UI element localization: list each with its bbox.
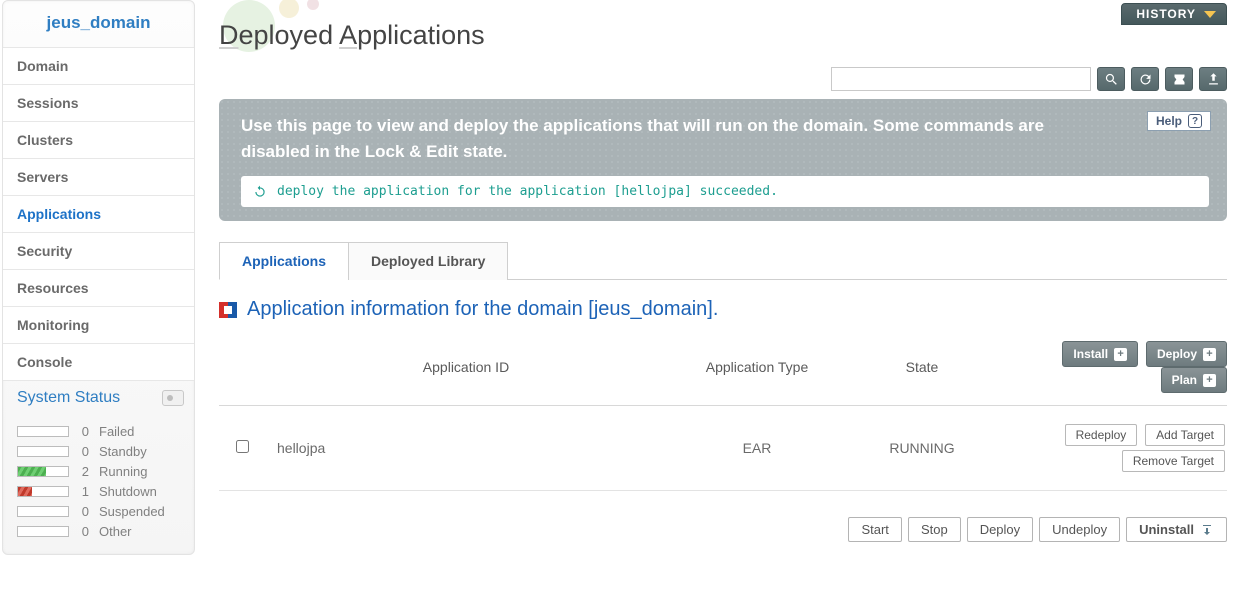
refresh-button[interactable] <box>1131 67 1159 91</box>
info-banner: Help? Use this page to view and deploy t… <box>219 99 1227 221</box>
deploy-footer-button[interactable]: Deploy <box>967 517 1033 542</box>
help-button[interactable]: Help? <box>1147 111 1211 131</box>
col-application-type: Application Type <box>667 333 847 406</box>
deploy-button[interactable]: Deploy+ <box>1146 341 1227 367</box>
domain-name[interactable]: jeus_domain <box>3 1 194 47</box>
status-running: 2Running <box>17 464 180 479</box>
stop-button[interactable]: Stop <box>908 517 961 542</box>
undeploy-button[interactable]: Undeploy <box>1039 517 1120 542</box>
plus-icon: + <box>1203 374 1216 387</box>
banner-text: Use this page to view and deploy the app… <box>241 113 1111 164</box>
cell-app-id: hellojpa <box>265 406 667 491</box>
col-state: State <box>847 333 997 406</box>
help-question-icon: ? <box>1188 114 1202 128</box>
system-status-title: System Status <box>17 389 120 407</box>
sidebar: jeus_domain Domain Sessions Clusters Ser… <box>0 0 197 594</box>
status-suspended: 0Suspended <box>17 504 180 519</box>
tab-strip: Applications Deployed Library <box>219 241 1227 280</box>
top-toolbar <box>219 67 1227 91</box>
add-target-button[interactable]: Add Target <box>1145 424 1225 446</box>
main-content: HISTORY Deployed Applications Help? Use … <box>197 0 1233 594</box>
status-toggle-icon[interactable] <box>162 390 184 406</box>
sidebar-item-resources[interactable]: Resources <box>3 269 194 306</box>
plan-button[interactable]: Plan+ <box>1161 367 1227 393</box>
plus-icon: + <box>1114 348 1127 361</box>
remove-target-button[interactable]: Remove Target <box>1122 450 1225 472</box>
export-button[interactable] <box>1199 67 1227 91</box>
success-icon <box>253 185 267 199</box>
status-list: 0Failed 0Standby 2Running 1Shutdown 0Sus… <box>3 413 194 548</box>
table-row: hellojpa EAR RUNNING Redeploy Add Target… <box>219 406 1227 491</box>
sidebar-item-console[interactable]: Console <box>3 343 194 380</box>
sidebar-item-clusters[interactable]: Clusters <box>3 121 194 158</box>
sidebar-item-domain[interactable]: Domain <box>3 47 194 84</box>
sidebar-item-applications[interactable]: Applications <box>3 195 194 232</box>
success-message: deploy the application for the applicati… <box>241 176 1209 207</box>
cell-state: RUNNING <box>847 406 997 491</box>
col-application-id: Application ID <box>265 333 667 406</box>
footer-actions: Start Stop Deploy Undeploy Uninstall <box>219 517 1227 542</box>
status-failed: 0Failed <box>17 424 180 439</box>
export-icon <box>1206 72 1221 87</box>
search-button[interactable] <box>1097 67 1125 91</box>
install-button[interactable]: Install+ <box>1062 341 1138 367</box>
sidebar-item-sessions[interactable]: Sessions <box>3 84 194 121</box>
uninstall-button[interactable]: Uninstall <box>1126 517 1227 542</box>
status-other: 0Other <box>17 524 180 539</box>
uninstall-icon <box>1200 524 1214 536</box>
flag-icon <box>219 302 237 318</box>
refresh-icon <box>1138 72 1153 87</box>
search-input[interactable] <box>831 67 1091 91</box>
row-checkbox[interactable] <box>236 440 249 453</box>
redeploy-button[interactable]: Redeploy <box>1065 424 1138 446</box>
search-icon <box>1104 72 1119 87</box>
sidebar-item-monitoring[interactable]: Monitoring <box>3 306 194 343</box>
tab-applications[interactable]: Applications <box>219 242 349 280</box>
sidebar-item-servers[interactable]: Servers <box>3 158 194 195</box>
xml-button[interactable] <box>1165 67 1193 91</box>
xml-icon <box>1172 72 1187 87</box>
section-title: Application information for the domain [… <box>219 298 1227 321</box>
status-shutdown: 1Shutdown <box>17 484 180 499</box>
sidebar-item-security[interactable]: Security <box>3 232 194 269</box>
start-button[interactable]: Start <box>848 517 901 542</box>
status-standby: 0Standby <box>17 444 180 459</box>
cell-app-type: EAR <box>667 406 847 491</box>
plus-icon: + <box>1203 348 1216 361</box>
tab-deployed-library[interactable]: Deployed Library <box>348 242 508 280</box>
page-title: Deployed Applications <box>219 0 1227 67</box>
application-table: Application ID Application Type State In… <box>219 333 1227 491</box>
